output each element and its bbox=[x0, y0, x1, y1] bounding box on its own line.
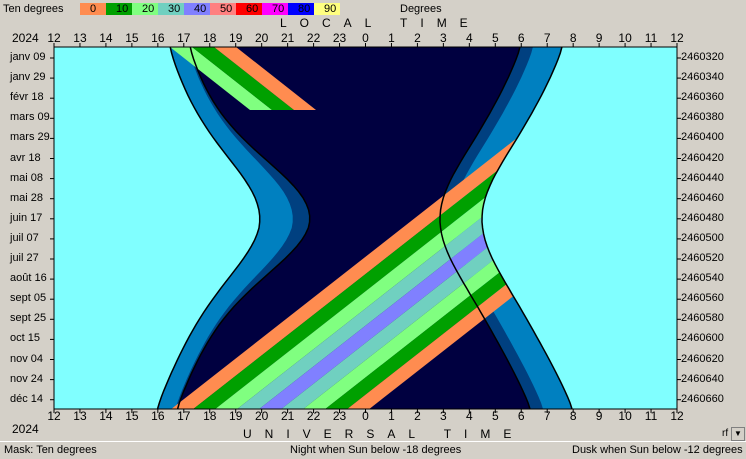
date-label: sept 05 bbox=[10, 292, 47, 305]
hour-tick-label: 4 bbox=[465, 409, 473, 423]
hour-tick-label: 7 bbox=[543, 409, 551, 423]
status-night: Night when Sun below -18 degrees bbox=[290, 444, 462, 456]
status-mask: Mask: Ten degrees bbox=[4, 444, 97, 456]
julian-day-label: 2460560 bbox=[681, 292, 724, 305]
date-label: août 16 bbox=[10, 272, 47, 285]
hour-tick-label: 18 bbox=[203, 409, 217, 423]
bottom-axis-title: UNIVERSAL TIME bbox=[243, 427, 525, 441]
hour-tick-label: 21 bbox=[280, 409, 295, 423]
julian-day-label: 2460660 bbox=[681, 392, 724, 405]
hour-tick-label: 14 bbox=[99, 409, 113, 423]
hour-tick-label: 8 bbox=[569, 409, 577, 423]
date-label: janv 29 bbox=[10, 71, 46, 84]
hour-tick-label: 13 bbox=[73, 409, 87, 423]
julian-day-label: 2460440 bbox=[681, 171, 724, 184]
date-label: janv 09 bbox=[10, 51, 46, 63]
date-label: nov 04 bbox=[10, 352, 44, 365]
julian-day-label: 2460480 bbox=[681, 211, 724, 224]
hour-tick-label: 16 bbox=[151, 409, 165, 423]
julian-day-label: 2460620 bbox=[681, 352, 724, 365]
date-label: mars 09 bbox=[10, 111, 50, 124]
hour-tick-label: 12 bbox=[47, 409, 61, 423]
date-label: mars 29 bbox=[10, 131, 50, 144]
hour-tick-label: 5 bbox=[491, 409, 499, 423]
date-label: déc 14 bbox=[10, 392, 44, 405]
date-label: juil 27 bbox=[10, 252, 39, 264]
status-bar: Mask: Ten degrees Night when Sun below -… bbox=[0, 441, 746, 459]
date-label: mai 28 bbox=[10, 191, 44, 204]
julian-day-label: 2460400 bbox=[681, 131, 724, 144]
corner-label: rf bbox=[722, 428, 729, 439]
hour-tick-label: 0 bbox=[362, 409, 369, 423]
julian-day-label: 2460600 bbox=[681, 332, 724, 345]
date-label: juil 07 bbox=[10, 231, 39, 244]
hour-tick-label: 20 bbox=[254, 409, 269, 423]
julian-day-label: 2460420 bbox=[681, 151, 724, 164]
julian-day-label: 2460500 bbox=[681, 231, 724, 244]
hour-tick-label: 2 bbox=[414, 409, 421, 423]
hour-tick-label: 17 bbox=[177, 409, 191, 423]
hour-tick-label: 19 bbox=[229, 409, 243, 423]
julian-day-label: 2460380 bbox=[681, 111, 724, 124]
julian-day-label: 2460360 bbox=[681, 91, 724, 104]
hour-tick-label: 9 bbox=[595, 409, 603, 423]
hour-tick-label: 23 bbox=[332, 409, 347, 423]
julian-day-label: 2460520 bbox=[681, 252, 724, 264]
date-label: juin 17 bbox=[10, 211, 43, 224]
scroll-right-button[interactable]: ▼ bbox=[731, 427, 745, 441]
hour-tick-label: 1 bbox=[388, 409, 395, 423]
hour-tick-label: 10 bbox=[618, 409, 632, 423]
status-dusk: Dusk when Sun below -12 degrees bbox=[572, 444, 743, 456]
hour-tick-label: 12 bbox=[670, 409, 684, 423]
julian-day-label: 2460540 bbox=[681, 272, 724, 285]
hour-tick-label: 22 bbox=[306, 409, 321, 423]
day-night-chart bbox=[50, 43, 681, 413]
date-label: févr 18 bbox=[10, 91, 44, 104]
date-label: oct 15 bbox=[10, 332, 40, 345]
julian-day-label: 2460640 bbox=[681, 372, 724, 385]
hour-tick-label: 3 bbox=[440, 409, 447, 423]
julian-day-label: 2460460 bbox=[681, 191, 724, 204]
julian-day-label: 2460580 bbox=[681, 312, 724, 325]
hour-tick-label: 15 bbox=[125, 409, 139, 423]
date-label: sept 25 bbox=[10, 312, 47, 325]
julian-day-label: 2460340 bbox=[681, 71, 724, 84]
year-bottom: 2024 bbox=[12, 422, 39, 436]
date-label: nov 24 bbox=[10, 372, 44, 385]
hour-tick-label: 6 bbox=[517, 409, 525, 423]
date-label: mai 08 bbox=[10, 171, 44, 184]
julian-day-label: 2460320 bbox=[681, 51, 724, 63]
date-label: avr 18 bbox=[10, 151, 41, 164]
hour-tick-label: 11 bbox=[644, 409, 658, 423]
